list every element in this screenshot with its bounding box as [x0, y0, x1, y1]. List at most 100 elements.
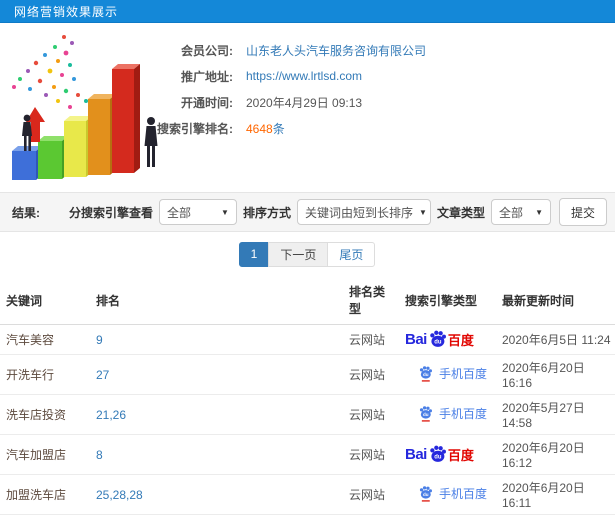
svg-text:du: du: [423, 492, 429, 497]
mobile-baidu-paw-icon: du: [419, 365, 432, 382]
pagination: 1 下一页 尾页: [238, 241, 376, 267]
engine-type-cell: du手机百度: [399, 474, 496, 515]
rank-type-cell: 云网站: [343, 434, 399, 475]
article-type-selected-value: 全部: [498, 205, 523, 220]
ranking-count-value: 4648条: [246, 120, 285, 137]
rank-type-cell: 云网站: [343, 394, 399, 435]
page: 网络营销效果展示 会员公司: 山东老人头汽车服务咨询有限公司 推广地址: htt…: [0, 0, 615, 520]
ranking-count-label: 搜索引擎排名:: [157, 121, 233, 136]
keyword-cell: 洗车赚钱吗: [0, 514, 90, 520]
header-engine-type: 搜索引擎类型: [399, 276, 496, 325]
rank-link[interactable]: 25,28,28: [96, 488, 143, 502]
article-type-select[interactable]: 全部 ▼: [490, 199, 551, 225]
field-promo-url: 推广地址: https://www.lrtlsd.com: [138, 63, 426, 89]
ranking-count-number: 4648: [246, 121, 273, 136]
svg-text:du: du: [434, 340, 442, 346]
svg-text:du: du: [434, 455, 442, 461]
next-page-button[interactable]: 下一页: [268, 241, 329, 267]
engine-type-cell: Bai du 百度: [399, 434, 496, 475]
keyword-cell: 开洗车行: [0, 354, 90, 395]
results-table-body: 汽车美容 9 云网站 Bai du 百度 2020年6月5日 11:24 开洗车行 27 云网站 d…: [0, 324, 615, 520]
rank-cell: 8: [90, 434, 343, 475]
baidu-paw-icon: du: [430, 330, 446, 347]
rank-type-cell: 云网站: [343, 514, 399, 520]
rank-link[interactable]: 8: [96, 448, 103, 462]
mobile-baidu-logo: du 手机百度: [418, 485, 487, 502]
rank-type-cell: 云网站: [343, 354, 399, 395]
rank-cell: 21,26: [90, 394, 343, 435]
mobile-baidu-logo: du 手机百度: [418, 405, 487, 422]
last-page-button[interactable]: 尾页: [327, 241, 376, 267]
mobile-baidu-paw-icon: du: [419, 405, 432, 422]
engine-filter-label: 分搜索引擎查看: [68, 205, 153, 220]
submit-button[interactable]: 提交: [558, 198, 607, 226]
rank-type-cell: 云网站: [343, 474, 399, 515]
engine-type-cell: du手机百度: [399, 514, 496, 520]
company-info-fields: 会员公司: 山东老人头汽车服务咨询有限公司 推广地址: https://www.…: [138, 37, 426, 141]
keyword-cell: 洗车店投资: [0, 394, 90, 435]
sort-select[interactable]: 关键词由短到长排序 ▼: [296, 199, 431, 225]
field-ranking-count: 搜索引擎排名: 4648条: [138, 115, 426, 141]
rank-cell: 9: [90, 324, 343, 355]
updated-cell: 2020年6月20日 16:11: [496, 474, 615, 515]
svg-text:du: du: [423, 372, 429, 377]
filter-bar: 结果: 分搜索引擎查看 全部 ▼ 排序方式 关键词由短到长排序 ▼ 文章类型 全…: [0, 192, 615, 232]
open-time-label: 开通时间:: [181, 95, 233, 110]
rank-cell: 25,28,28: [90, 474, 343, 515]
sort-selected-value: 关键词由短到长排序: [304, 205, 413, 220]
baidu-logo: Bai du 百度: [405, 445, 474, 463]
result-label: 结果:: [12, 205, 40, 220]
keyword-cell: 汽车加盟店: [0, 434, 90, 475]
info-section: 会员公司: 山东老人头汽车服务咨询有限公司 推广地址: https://www.…: [0, 23, 615, 192]
table-row: 洗车店投资 21,26 云网站 du 手机百度 2020年5月27日 14:58: [0, 394, 615, 435]
keyword-cell: 加盟洗车店: [0, 474, 90, 515]
chevron-down-icon: ▼: [418, 207, 427, 217]
updated-cell: 2020年6月20日 16:16: [496, 354, 615, 395]
svg-text:du: du: [423, 412, 429, 417]
header-rank: 排名: [90, 276, 343, 325]
rank-type-cell: 云网站: [343, 324, 399, 355]
results-table: 关键词 排名 排名类型 搜索引擎类型 最新更新时间 汽车美容 9 云网站 Bai du 百…: [0, 276, 615, 520]
filter-controls: 分搜索引擎查看 全部 ▼ 排序方式 关键词由短到长排序 ▼ 文章类型 全部 ▼ …: [63, 198, 607, 226]
field-member-company: 会员公司: 山东老人头汽车服务咨询有限公司: [138, 37, 426, 63]
updated-cell: 2020年5月27日 14:58: [496, 394, 615, 435]
open-time-value: 2020年4月29日 09:13: [246, 95, 363, 110]
rank-link[interactable]: 21,26: [96, 408, 126, 422]
engine-type-cell: du手机百度: [399, 354, 496, 395]
page-title: 网络营销效果展示: [14, 4, 119, 19]
field-open-time: 开通时间: 2020年4月29日 09:13: [138, 89, 426, 115]
updated-cell: 2020年6月5日 11:24: [496, 324, 615, 355]
table-row: 洗车赚钱吗30云网站du手机百度2020年6月20日 16:12: [0, 514, 615, 520]
header-keyword: 关键词: [0, 276, 90, 325]
rank-cell: 30: [90, 514, 343, 520]
baidu-logo: Bai du 百度: [405, 330, 474, 348]
engine-filter-selected-value: 全部: [166, 205, 191, 220]
mobile-baidu-logo: du 手机百度: [418, 365, 487, 382]
keyword-cell: 汽车美容: [0, 324, 90, 355]
header-updated: 最新更新时间: [496, 276, 615, 325]
engine-type-cell: Bai du 百度: [399, 324, 496, 355]
updated-cell: 2020年6月20日 16:12: [496, 514, 615, 520]
engine-filter-select[interactable]: 全部 ▼: [158, 199, 237, 225]
top-title-bar: 网络营销效果展示: [0, 0, 615, 23]
updated-cell: 2020年6月20日 16:12: [496, 434, 615, 475]
rank-link[interactable]: 27: [96, 368, 109, 382]
table-row: 开洗车行 27 云网站 du 手机百度 2020年6月20日 16:16: [0, 354, 615, 395]
member-company-link[interactable]: 山东老人头汽车服务咨询有限公司: [246, 42, 426, 59]
baidu-paw-icon: du: [430, 445, 446, 462]
engine-type-cell: du手机百度: [399, 394, 496, 435]
rank-cell: 27: [90, 354, 343, 395]
table-row: 加盟洗车店 25,28,28 云网站 du 手机百度 2020年6月20日 16:11: [0, 474, 615, 515]
ranking-count-unit: 条: [272, 121, 285, 136]
member-company-label: 会员公司:: [181, 43, 233, 58]
rank-link[interactable]: 9: [96, 333, 103, 347]
table-row: 汽车加盟店 8 云网站 Bai du 百度 2020年6月20日 16:12: [0, 434, 615, 475]
article-type-label: 文章类型: [436, 205, 485, 220]
sort-label: 排序方式: [242, 205, 291, 220]
page-button-1[interactable]: 1: [238, 241, 270, 267]
confetti-dots: [12, 35, 94, 109]
table-header-row: 关键词 排名 排名类型 搜索引擎类型 最新更新时间: [0, 276, 615, 325]
promo-url-label: 推广地址:: [181, 69, 233, 84]
chevron-down-icon: ▼: [221, 207, 229, 217]
promo-url-link[interactable]: https://www.lrtlsd.com: [246, 69, 362, 83]
